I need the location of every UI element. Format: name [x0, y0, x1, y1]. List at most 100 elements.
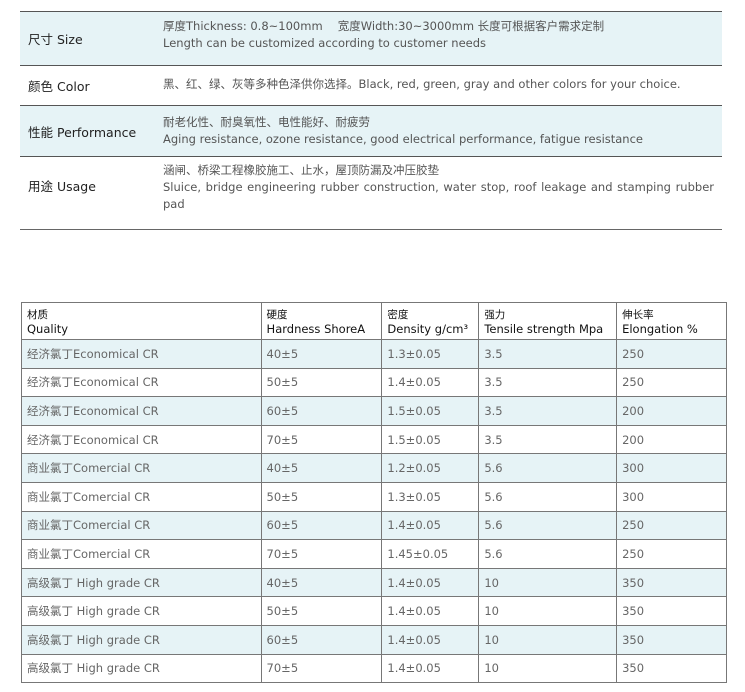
header-hardness-zh: 硬度	[266, 308, 288, 321]
cell-hardness: 50±5	[260, 596, 383, 626]
spec-row-color: 颜色 Color 黑、红、绿、灰等多种色泽供你选择。Black, red, gr…	[20, 66, 722, 106]
header-elongation: 伸长率 Elongation %	[616, 302, 727, 340]
spec-usage-line1: 涵闸、桥梁工程橡胶施工、止水，屋顶防漏及冲压胶垫	[163, 163, 439, 177]
spec-value-size: 厚度Thickness: 0.8~100mm 宽度Width:30~3000mm…	[163, 12, 722, 65]
header-tensile: 强力 Tensile strength Mpa	[478, 302, 618, 340]
header-quality-zh: 材质	[27, 308, 48, 321]
cell-tensile: 5.6	[478, 510, 618, 541]
cell-elongation: 350	[616, 624, 727, 655]
cell-density: 1.2±0.05	[381, 453, 480, 483]
cell-density: 1.4±0.05	[381, 596, 480, 626]
properties-table: 材质 Quality 硬度 Hardness ShoreA 密度 Density g/…	[21, 302, 727, 684]
cell-elongation: 200	[616, 424, 727, 455]
spec-value-color: 黑、红、绿、灰等多种色泽供你选择。Black, red, green, gray…	[163, 66, 722, 105]
cell-density: 1.4±0.05	[381, 624, 480, 655]
cell-elongation: 350	[616, 596, 727, 626]
spec-row-performance: 性能 Performance 耐老化性、耐臭氧性、电性能好、耐疲劳 Aging …	[20, 106, 722, 157]
spec-label-performance: 性能 Performance	[28, 124, 137, 140]
cell-tensile: 5.6	[478, 539, 618, 569]
cell-quality: 经济氯丁Economical CR	[21, 424, 262, 455]
spec-row-usage: 用途 Usage 涵闸、桥梁工程橡胶施工、止水，屋顶防漏及冲压胶垫 Sluice…	[20, 157, 722, 230]
cell-hardness: 60±5	[260, 396, 383, 426]
spec-row-size: 尺寸 Size 厚度Thickness: 0.8~100mm 宽度Width:3…	[20, 12, 722, 66]
table-row: 高级氯丁 High grade CR 40±5 1.4±0.05 10 350	[21, 567, 727, 598]
header-elongation-en: Elongation %	[622, 321, 698, 336]
cell-tensile: 3.5	[478, 396, 618, 426]
cell-tensile: 3.5	[478, 367, 618, 398]
table-header-row: 材质 Quality 硬度 Hardness ShoreA 密度 Density g/…	[21, 302, 727, 340]
spec-usage-line2: Sluice, bridge engineering rubber constr…	[163, 180, 714, 211]
spec-value-performance: 耐老化性、耐臭氧性、电性能好、耐疲劳 Aging resistance, ozo…	[163, 106, 722, 156]
table-row: 经济氯丁Economical CR 60±5 1.5±0.05 3.5 200	[21, 396, 727, 426]
cell-hardness: 60±5	[260, 510, 383, 541]
spec-value-usage: 涵闸、桥梁工程橡胶施工、止水，屋顶防漏及冲压胶垫 Sluice, bridge …	[163, 157, 722, 229]
cell-quality: 高级氯丁 High grade CR	[21, 567, 262, 598]
cell-quality: 高级氯丁 High grade CR	[21, 596, 262, 626]
cell-elongation: 250	[616, 510, 727, 541]
cell-quality: 高级氯丁 High grade CR	[21, 624, 262, 655]
spec-size-line2: Length can be customized according to cu…	[163, 36, 487, 50]
cell-hardness: 40±5	[260, 453, 383, 483]
cell-hardness: 50±5	[260, 481, 383, 512]
cell-quality: 商业氯丁Comercial CR	[21, 481, 262, 512]
header-tensile-en: Tensile strength Mpa	[484, 321, 604, 336]
table-row: 经济氯丁Economical CR 40±5 1.3±0.05 3.5 250	[21, 339, 727, 369]
table-row: 商业氯丁Comercial CR 50±5 1.3±0.05 5.6 300	[21, 481, 727, 512]
table-row: 经济氯丁Economical CR 50±5 1.4±0.05 3.5 250	[21, 367, 727, 398]
spec-section: 尺寸 Size 厚度Thickness: 0.8~100mm 宽度Width:3…	[20, 11, 722, 230]
cell-density: 1.5±0.05	[381, 424, 480, 455]
spec-color-line1: 黑、红、绿、灰等多种色泽供你选择。Black, red, green, gray…	[163, 77, 681, 91]
table-row: 商业氯丁Comercial CR 40±5 1.2±0.05 5.6 300	[21, 453, 727, 483]
cell-quality: 经济氯丁Economical CR	[21, 339, 262, 369]
spec-label-color: 颜色 Color	[28, 79, 90, 94]
header-density-en: Density g/cm³	[387, 321, 469, 336]
cell-elongation: 250	[616, 339, 727, 369]
cell-density: 1.4±0.05	[381, 510, 480, 541]
table-row: 经济氯丁Economical CR 70±5 1.5±0.05 3.5 200	[21, 424, 727, 455]
cell-hardness: 70±5	[260, 424, 383, 455]
cell-quality: 经济氯丁Economical CR	[21, 396, 262, 426]
table-row: 商业氯丁Comercial CR 70±5 1.45±0.05 5.6 250	[21, 539, 727, 569]
header-quality: 材质 Quality	[21, 302, 262, 340]
table-body: 经济氯丁Economical CR 40±5 1.3±0.05 3.5 250 经济氯丁E…	[21, 339, 727, 684]
cell-hardness: 40±5	[260, 567, 383, 598]
cell-tensile: 5.6	[478, 453, 618, 483]
cell-quality: 商业氯丁Comercial CR	[21, 453, 262, 483]
cell-tensile: 5.6	[478, 481, 618, 512]
cell-hardness: 70±5	[260, 653, 383, 684]
cell-hardness: 40±5	[260, 339, 383, 369]
cell-elongation: 250	[616, 367, 727, 398]
cell-quality: 经济氯丁Economical CR	[21, 367, 262, 398]
header-hardness-en: Hardness ShoreA	[266, 321, 366, 336]
table-row: 高级氯丁 High grade CR 50±5 1.4±0.05 10 350	[21, 596, 727, 626]
cell-quality: 商业氯丁Comercial CR	[21, 539, 262, 569]
cell-elongation: 350	[616, 653, 727, 684]
cell-density: 1.4±0.05	[381, 653, 480, 684]
cell-elongation: 250	[616, 539, 727, 569]
cell-density: 1.5±0.05	[381, 396, 480, 426]
table-row: 高级氯丁 High grade CR 60±5 1.4±0.05 10 350	[21, 624, 727, 655]
cell-hardness: 70±5	[260, 539, 383, 569]
header-elongation-zh: 伸长率	[622, 308, 654, 321]
cell-density: 1.4±0.05	[381, 367, 480, 398]
cell-elongation: 200	[616, 396, 727, 426]
cell-tensile: 10	[478, 624, 618, 655]
cell-density: 1.45±0.05	[381, 539, 480, 569]
cell-tensile: 10	[478, 596, 618, 626]
header-hardness: 硬度 Hardness ShoreA	[260, 302, 383, 340]
table-row: 高级氯丁 High grade CR 70±5 1.4±0.05 10 350	[21, 653, 727, 684]
cell-tensile: 3.5	[478, 424, 618, 455]
cell-hardness: 60±5	[260, 624, 383, 655]
spec-size-line1: 厚度Thickness: 0.8~100mm 宽度Width:30~3000mm…	[163, 19, 605, 33]
cell-density: 1.3±0.05	[381, 339, 480, 369]
cell-density: 1.4±0.05	[381, 567, 480, 598]
spec-performance-line2: Aging resistance, ozone resistance, good…	[163, 132, 643, 146]
spec-label-size: 尺寸 Size	[28, 32, 83, 47]
cell-elongation: 300	[616, 453, 727, 483]
cell-quality: 高级氯丁 High grade CR	[21, 653, 262, 684]
cell-tensile: 3.5	[478, 339, 618, 369]
cell-tensile: 10	[478, 653, 618, 684]
header-tensile-zh: 强力	[484, 308, 506, 321]
header-density-zh: 密度	[387, 308, 409, 321]
header-quality-en: Quality	[27, 321, 69, 336]
